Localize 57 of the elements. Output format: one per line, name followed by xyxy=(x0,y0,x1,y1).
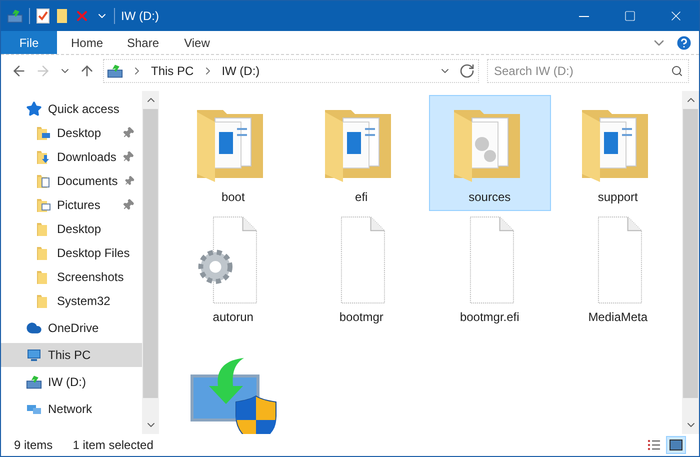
list-icon xyxy=(647,439,661,451)
file-item[interactable]: boot xyxy=(172,95,294,211)
content-scrollbar[interactable] xyxy=(682,91,699,434)
nav-item[interactable]: Pictures xyxy=(1,193,142,217)
file-item[interactable]: bootmgr xyxy=(300,215,422,331)
computer-icon xyxy=(26,347,42,363)
file-item[interactable]: bootmgr.efi xyxy=(428,215,551,331)
large-icons-view-button[interactable] xyxy=(666,436,686,454)
window-title: IW (D:) xyxy=(121,8,160,25)
address-bar[interactable]: This PC IW (D:) xyxy=(103,59,479,83)
item-count: 9 items xyxy=(14,437,53,454)
nav-item[interactable]: This PC xyxy=(1,343,142,367)
nav-item[interactable]: Desktop Files xyxy=(1,241,142,265)
maximize-icon xyxy=(624,10,636,22)
checklist-icon[interactable] xyxy=(36,8,50,24)
folder-icon[interactable] xyxy=(56,8,68,24)
file-item[interactable]: sources xyxy=(428,95,551,211)
drive-icon xyxy=(107,63,123,79)
ribbon-tab[interactable]: Home xyxy=(57,31,113,54)
cloud-icon xyxy=(26,320,42,336)
file-tab[interactable]: File xyxy=(1,31,57,54)
breadcrumb-item[interactable]: IW (D:) xyxy=(222,62,260,80)
help-icon[interactable] xyxy=(675,34,693,52)
breadcrumb-item[interactable]: This PC xyxy=(151,62,194,80)
ribbon-tab[interactable]: Share xyxy=(113,31,169,54)
file-item[interactable]: support xyxy=(556,95,679,211)
thumbnail-icon xyxy=(669,439,683,451)
nav-item[interactable]: Screenshots xyxy=(1,265,142,289)
nav-item[interactable]: Desktop xyxy=(1,121,142,145)
drive-icon xyxy=(7,8,23,24)
file-item[interactable]: MediaMeta xyxy=(556,215,679,331)
nav-item[interactable]: Network xyxy=(1,397,142,421)
nav-item[interactable]: System32 xyxy=(1,289,142,313)
scroll-thumb[interactable] xyxy=(683,109,698,398)
sidebar-scrollbar[interactable] xyxy=(142,91,159,434)
drive-icon xyxy=(26,374,42,390)
desktop-folder-icon xyxy=(35,125,51,141)
downloads-folder-icon xyxy=(35,149,51,165)
file-item[interactable]: autorun xyxy=(172,215,294,331)
up-icon[interactable] xyxy=(79,63,95,79)
scroll-thumb[interactable] xyxy=(143,109,158,398)
file-item[interactable]: efi xyxy=(300,95,422,211)
search-field[interactable]: Search IW (D:) xyxy=(487,59,689,83)
nav-item[interactable]: Documents xyxy=(1,169,142,193)
nav-item[interactable]: Downloads xyxy=(1,145,142,169)
pictures-folder-icon xyxy=(35,197,51,213)
nav-item[interactable]: OneDrive xyxy=(1,316,142,340)
refresh-icon[interactable] xyxy=(459,63,475,79)
nav-item[interactable]: Desktop xyxy=(1,217,142,241)
nav-item[interactable]: Quick access xyxy=(1,97,142,121)
search-icon xyxy=(671,65,683,77)
back-icon[interactable] xyxy=(11,63,27,79)
star-icon xyxy=(26,101,42,117)
documents-folder-icon xyxy=(35,173,51,189)
ribbon-tab[interactable]: View xyxy=(169,31,225,54)
nav-item[interactable]: IW (D:) xyxy=(1,370,142,394)
selection-count: 1 item selected xyxy=(72,437,154,454)
